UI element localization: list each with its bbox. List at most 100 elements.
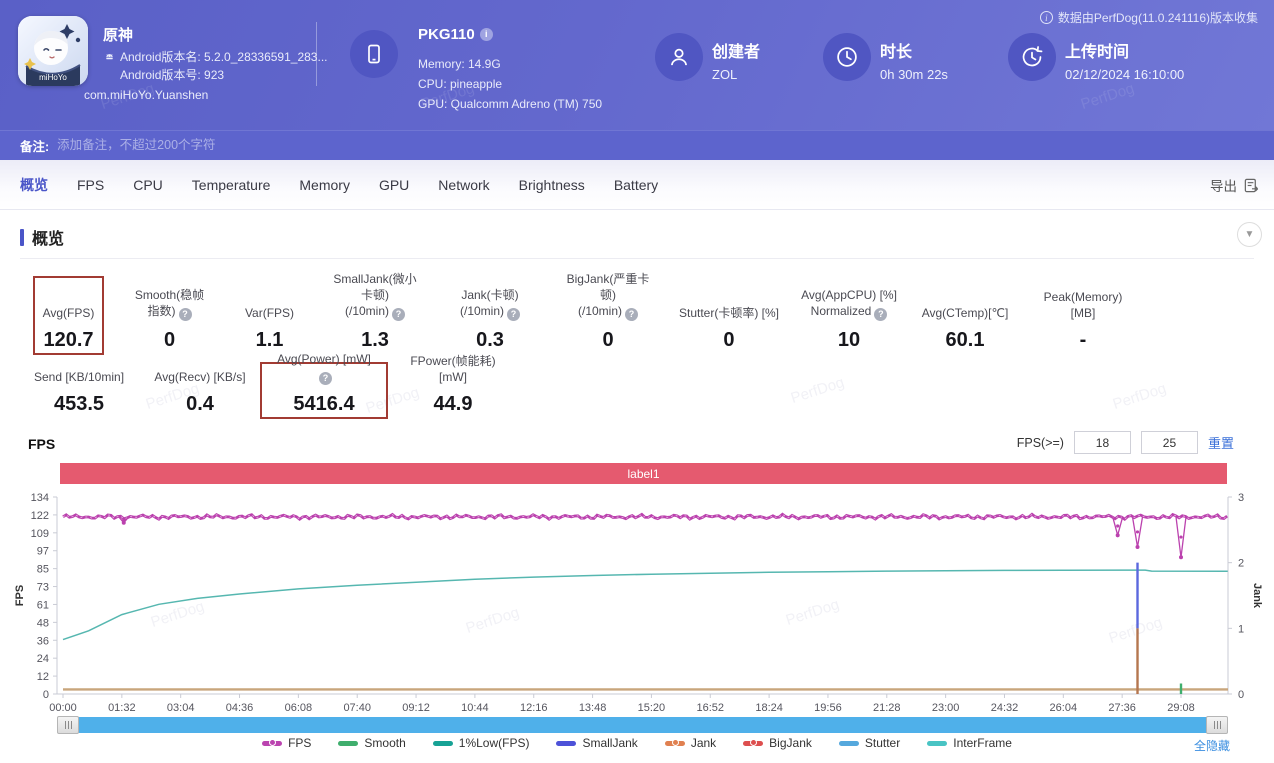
metric-label: Avg(FPS) [42, 306, 95, 320]
device-cpu: CPU: pineapple [418, 77, 503, 91]
x-tick: 09:12 [402, 702, 430, 714]
legend-Stutter[interactable]: Stutter [838, 736, 900, 750]
help-icon[interactable]: ? [874, 308, 888, 321]
y-left-tick: 73 [37, 582, 49, 594]
metric-BigJank(严重卡顿): BigJank(严重卡顿) (/10min)? 0 [549, 272, 667, 355]
help-icon[interactable]: ? [392, 308, 405, 321]
tab-Brightness[interactable]: Brightness [519, 177, 585, 193]
legend-marker [743, 739, 764, 746]
metric-label: FPower(帧能耗) [mW] [410, 354, 496, 384]
metric-value: 120.7 [43, 329, 94, 351]
app-icon: miHoYo [18, 16, 88, 86]
android-icon [103, 52, 116, 70]
legend-marker [432, 740, 453, 746]
metric-value: 5416.4 [293, 393, 355, 415]
x-tick: 18:24 [755, 702, 783, 714]
series-FPS [62, 512, 1228, 521]
legend-SmallJank[interactable]: SmallJank [556, 736, 638, 750]
chart-scrollbar[interactable] [57, 716, 1228, 734]
android-version-code: Android版本号: 923 [120, 68, 225, 82]
scrollbar-left-handle[interactable] [57, 716, 79, 734]
metric-value: 453.5 [53, 393, 105, 415]
metric-label: SmallJank(微小卡顿) (/10min)? [333, 272, 417, 321]
export-button[interactable]: 导出 [1210, 160, 1260, 210]
legend-Smooth[interactable]: Smooth [338, 736, 406, 750]
tab-FPS[interactable]: FPS [77, 177, 104, 193]
fps-threshold-low-input[interactable] [1073, 431, 1131, 454]
x-tick: 27:36 [1108, 702, 1136, 714]
tab-GPU[interactable]: GPU [379, 177, 409, 193]
y-left-tick: 36 [37, 635, 49, 647]
legend-marker [338, 740, 359, 746]
y-right-tick: 1 [1238, 623, 1244, 635]
device-info-icon[interactable]: i [479, 28, 493, 41]
highlight-box: Avg(FPS) 120.7 [32, 276, 105, 355]
y-right-tick: 0 [1238, 689, 1244, 701]
metric-label: Avg(AppCPU) [%] Normalized? [801, 288, 897, 321]
metrics-row-1: Avg(FPS) 120.7 Smooth(稳帧指数)? 0 Var(FPS) 1.1 Sm… [18, 272, 1143, 355]
section-divider [20, 258, 1254, 259]
y-left-tick: 85 [37, 564, 49, 576]
hide-all-button[interactable]: 全隐藏 [1194, 737, 1230, 754]
note-input[interactable] [57, 138, 958, 152]
y-left-tick: 0 [43, 689, 49, 701]
reset-button[interactable]: 重置 [1208, 433, 1234, 452]
legend-1%Low(FPS)[interactable]: 1%Low(FPS) [432, 736, 529, 750]
legend-label: Smooth [364, 736, 406, 750]
creator-value: ZOL [712, 67, 738, 82]
x-tick: 03:04 [167, 702, 195, 714]
x-tick: 26:04 [1050, 702, 1078, 714]
legend-label: FPS [288, 736, 312, 750]
x-tick: 16:52 [696, 702, 724, 714]
x-tick: 00:00 [49, 702, 77, 714]
upload-time-value: 02/12/2024 16:10:00 [1065, 67, 1185, 82]
y-right-tick: 2 [1238, 558, 1244, 570]
legend-marker [664, 739, 685, 746]
legend-BigJank[interactable]: BigJank [743, 736, 812, 750]
metric-value: - [1079, 329, 1087, 351]
paimon-avatar: miHoYo [18, 16, 88, 86]
metric-Stutter(卡顿率) [%]: Stutter(卡顿率) [%] 0 [667, 276, 791, 355]
scrollbar-right-handle[interactable] [1206, 716, 1228, 734]
device-gpu: GPU: Qualcomm Adreno (TM) 750 [418, 97, 603, 111]
section-accent-bar [20, 228, 24, 246]
help-icon[interactable]: ? [625, 308, 638, 321]
legend-label: SmallJank [582, 736, 638, 750]
tab-Network[interactable]: Network [438, 177, 489, 193]
y-left-axis-title: FPS [14, 585, 26, 606]
tab-Memory[interactable]: Memory [299, 177, 350, 193]
legend-Jank[interactable]: Jank [664, 736, 716, 750]
help-icon[interactable]: ? [319, 372, 332, 385]
collapse-section-button[interactable]: ▼ [1237, 222, 1262, 247]
x-tick: 04:36 [226, 702, 254, 714]
report-header: miHoYo 原神 Android版本名: 5.2.0_28336591_283… [0, 0, 1274, 130]
metric-Avg(CTemp)[℃]: Avg(CTemp)[℃] 60.1 [907, 276, 1023, 355]
tab-list: 概览 FPS CPU Temperature Memory GPU Network Brigh… [20, 175, 687, 195]
fps-filter-label: FPS(>=) [1016, 435, 1064, 450]
chart-label1-bar: label1 [60, 463, 1227, 484]
tab-Temperature[interactable]: Temperature [192, 177, 271, 193]
duration-value: 0h 30m 22s [880, 67, 948, 82]
legend-InterFrame[interactable]: InterFrame [927, 736, 1012, 750]
metric-Avg(AppCPU) [%]: Avg(AppCPU) [%] Normalized? 10 [791, 276, 907, 355]
y-left-tick: 134 [31, 492, 49, 504]
metric-Peak(Memory) [MB]: Peak(Memory) [MB] - [1023, 276, 1143, 355]
x-tick: 23:00 [932, 702, 960, 714]
tab-CPU[interactable]: CPU [133, 177, 163, 193]
metric-value: 1.1 [255, 329, 284, 351]
series-1%Low(FPS) [62, 569, 1228, 641]
duration-label: 时长 [880, 44, 913, 61]
tab-概览[interactable]: 概览 [20, 175, 48, 195]
tab-Battery[interactable]: Battery [614, 177, 658, 193]
metric-Smooth(稳帧指数): Smooth(稳帧指数)? 0 [119, 276, 220, 355]
metric-label: Avg(Power) [mW]? [277, 352, 371, 385]
help-icon[interactable]: ? [507, 308, 520, 321]
y-left-tick: 97 [37, 546, 49, 558]
metric-value: 0 [602, 329, 614, 351]
x-tick: 12:16 [520, 702, 548, 714]
metric-value: 0.3 [476, 329, 504, 351]
help-icon[interactable]: ? [178, 308, 192, 321]
fps-threshold-high-input[interactable] [1140, 431, 1198, 454]
svg-text:miHoYo: miHoYo [39, 73, 67, 82]
legend-FPS[interactable]: FPS [262, 736, 311, 750]
